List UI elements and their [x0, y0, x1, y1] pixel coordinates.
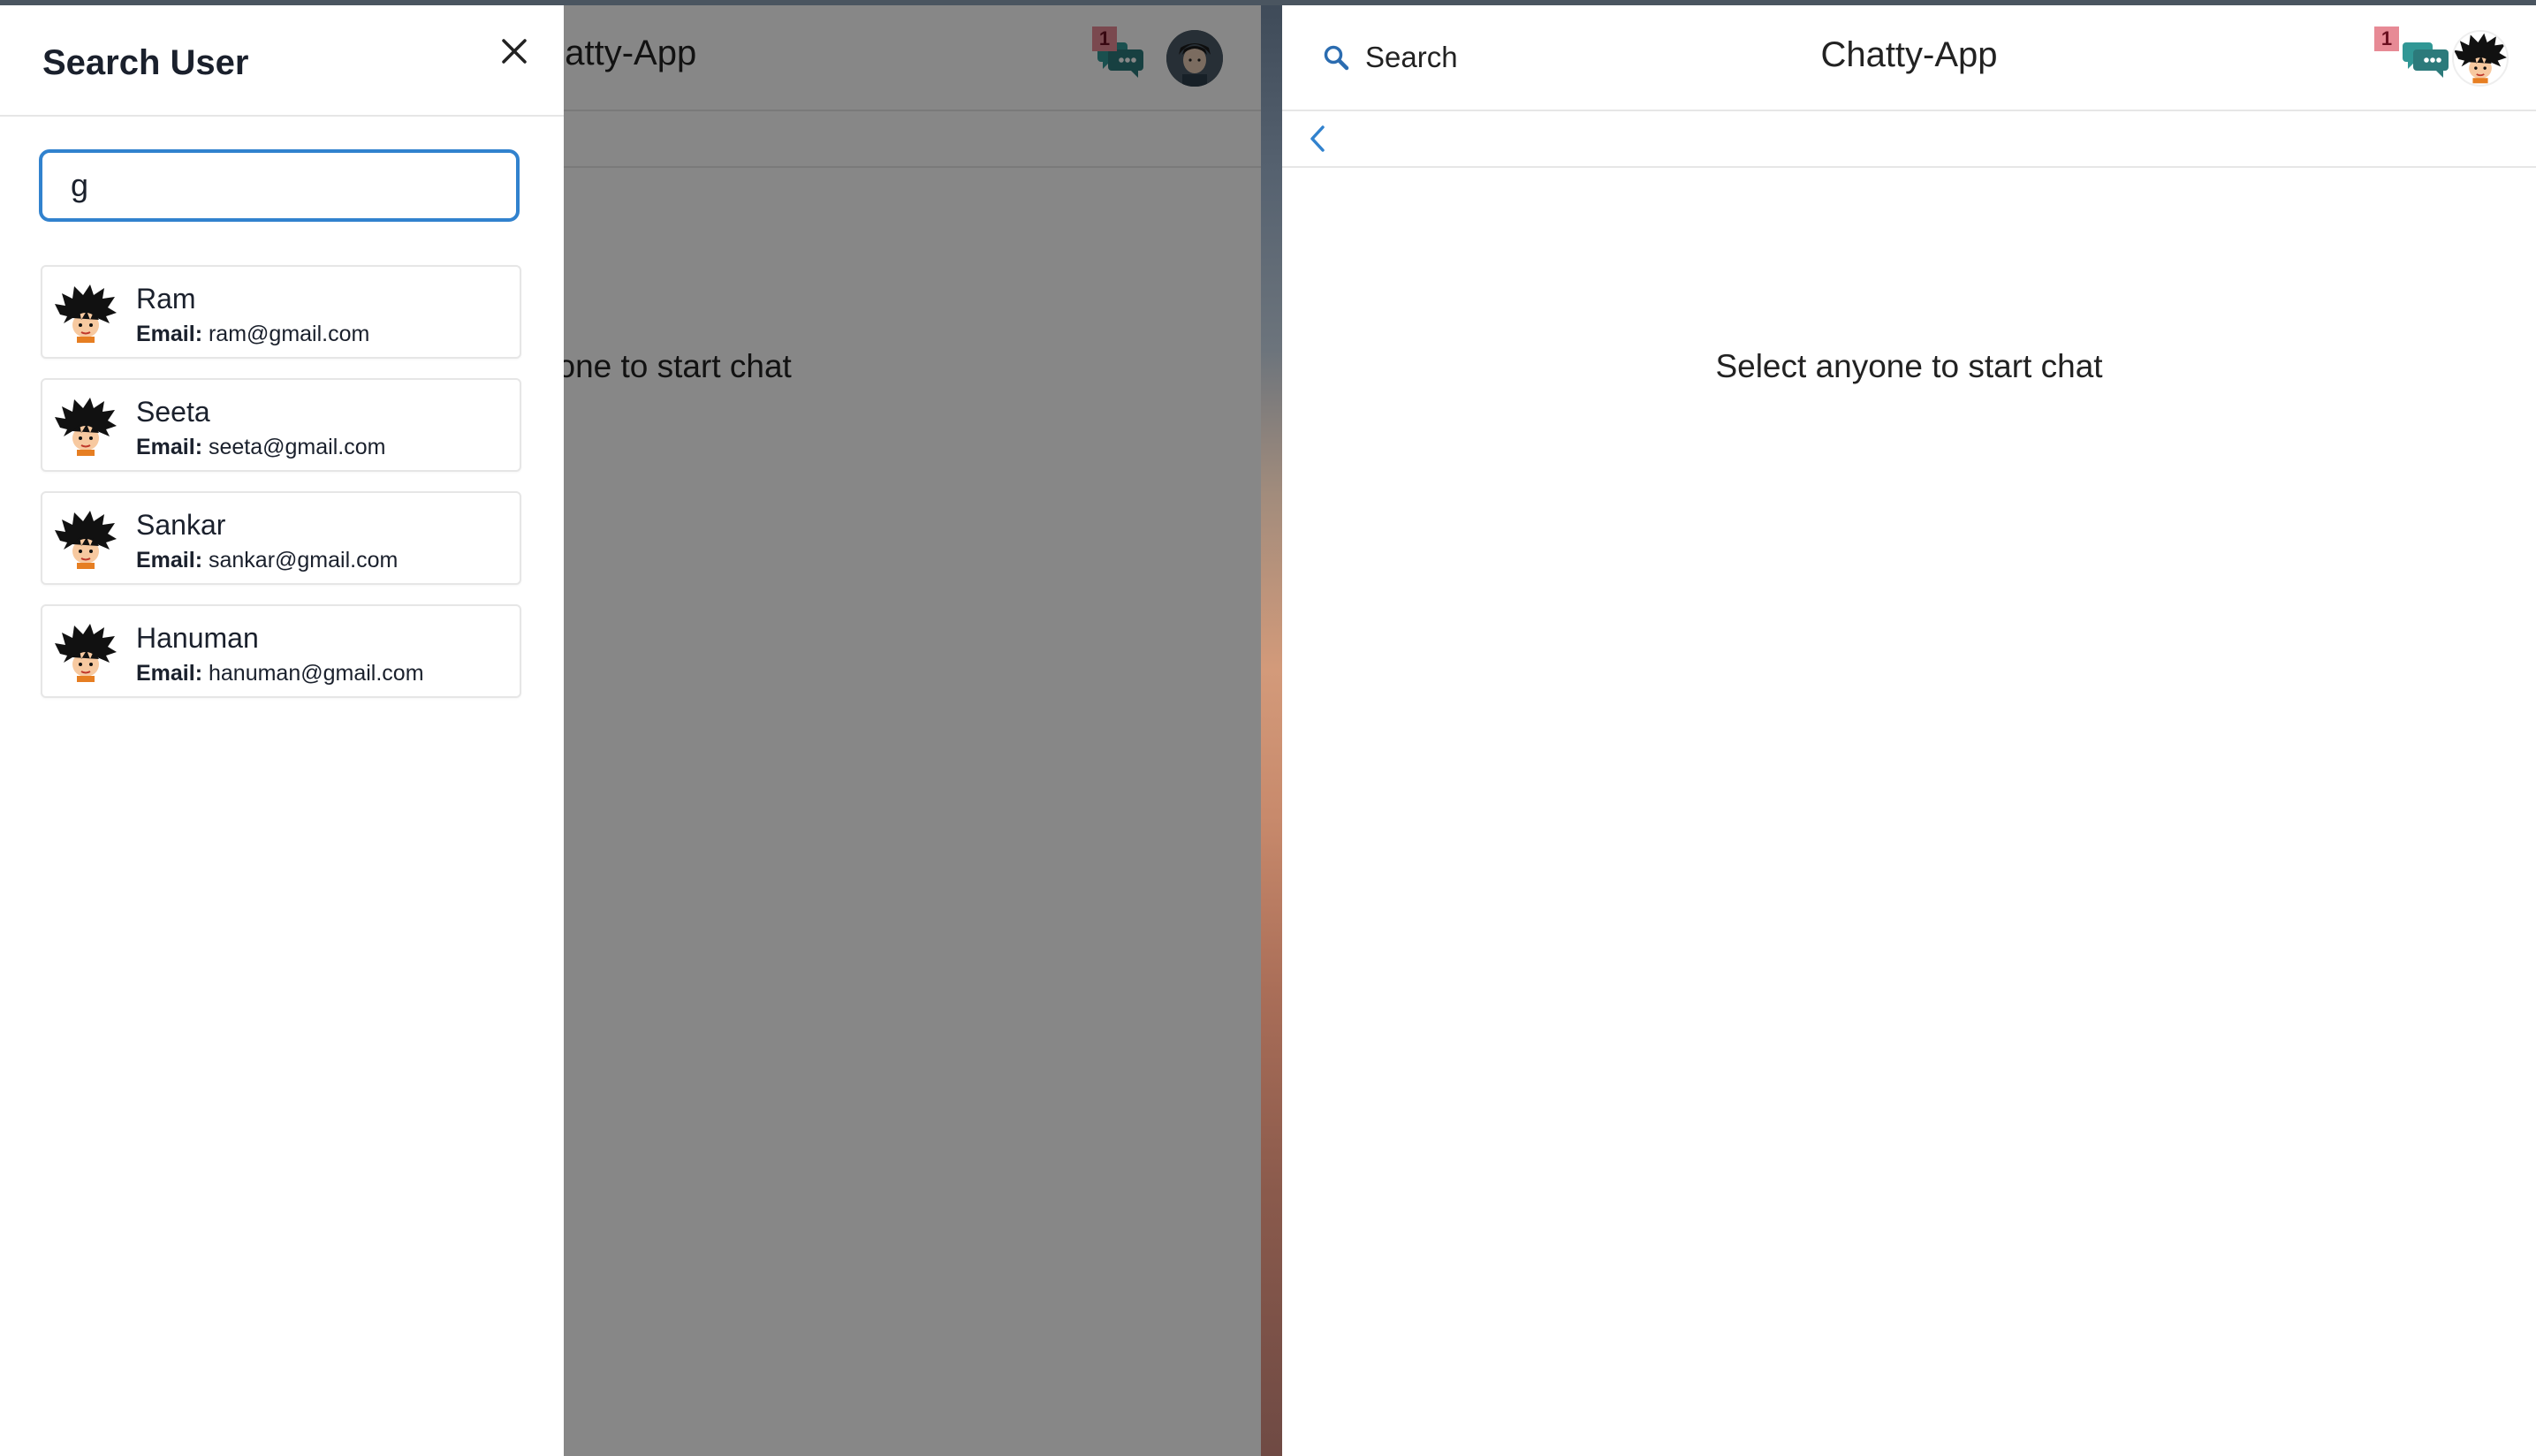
avatar-icon	[55, 283, 117, 345]
empty-chat-message: Select anyone to start chat	[1715, 348, 2103, 384]
drawer-title: Search User	[42, 43, 249, 82]
user-email: Email: ram@gmail.com	[136, 322, 369, 347]
user-email-value: hanuman@gmail.com	[208, 661, 424, 686]
user-result-item[interactable]: Ram Email: ram@gmail.com	[41, 265, 521, 359]
user-email: Email: hanuman@gmail.com	[136, 661, 424, 686]
avatar-icon	[55, 509, 117, 571]
email-label: Email:	[136, 661, 203, 686]
email-label: Email:	[136, 322, 203, 346]
window-top-edge	[0, 0, 2536, 5]
user-results-list: Ram Email: ram@gmail.com Seeta Email: se…	[41, 265, 521, 717]
drawer-header: Search User	[0, 5, 564, 117]
app-header: Search Chatty-App 1	[1282, 5, 2536, 111]
chevron-left-icon[interactable]	[1303, 124, 1333, 154]
user-email: Email: seeta@gmail.com	[136, 435, 385, 460]
search-user-drawer: Search User Ram Email: ram@gmail.com See…	[0, 5, 564, 1456]
email-label: Email:	[136, 548, 203, 573]
sub-toolbar	[1282, 111, 2536, 168]
email-label: Email:	[136, 435, 203, 459]
notification-badge: 1	[2374, 27, 2399, 51]
user-result-item[interactable]: Sankar Email: sankar@gmail.com	[41, 491, 521, 585]
user-name: Ram	[136, 283, 196, 315]
user-name: Sankar	[136, 509, 226, 541]
user-name: Seeta	[136, 396, 210, 428]
user-email: Email: sankar@gmail.com	[136, 548, 398, 573]
user-result-item[interactable]: Hanuman Email: hanuman@gmail.com	[41, 604, 521, 698]
user-email-value: sankar@gmail.com	[208, 548, 399, 573]
desktop-wallpaper	[1261, 0, 1282, 1456]
close-icon[interactable]	[497, 34, 532, 69]
user-email-value: seeta@gmail.com	[208, 435, 386, 459]
avatar-icon	[55, 622, 117, 684]
user-name: Hanuman	[136, 622, 259, 654]
avatar-icon[interactable]	[2452, 30, 2509, 87]
right-app-window: Search Chatty-App 1 Select anyone to sta…	[1282, 5, 2536, 1456]
user-result-item[interactable]: Seeta Email: seeta@gmail.com	[41, 378, 521, 472]
user-email-value: ram@gmail.com	[208, 322, 370, 346]
user-search-input[interactable]	[39, 149, 520, 222]
chat-bubbles-icon[interactable]	[2403, 37, 2450, 80]
avatar-icon	[55, 396, 117, 458]
app-title: Chatty-App	[1820, 35, 1998, 74]
